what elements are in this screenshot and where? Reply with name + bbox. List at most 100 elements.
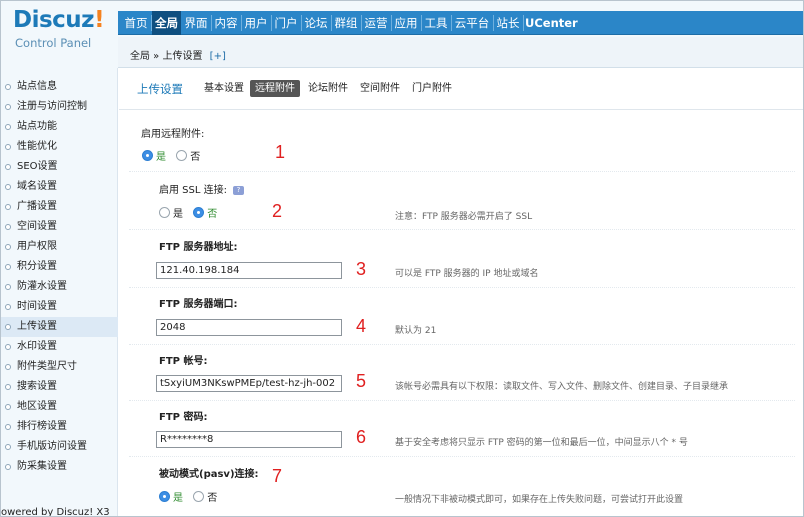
app-frame: Discuz! Control Panel 首页 全局 界面 内容 用户 门户 …: [0, 0, 804, 517]
help-icon[interactable]: ?: [233, 185, 244, 195]
remote-no-radio[interactable]: [176, 150, 188, 161]
nav-global[interactable]: 全局: [152, 11, 181, 35]
pass-label: FTP 密码:: [159, 412, 208, 423]
host-tip: 可以是 FTP 服务器的 IP 地址或域名: [395, 269, 539, 279]
nav-webmaster[interactable]: 站长: [494, 11, 522, 35]
user-label: FTP 帐号:: [159, 356, 208, 367]
remote-yes-radio[interactable]: [142, 150, 153, 161]
ssl-tip: 注意：FTP 服务器必需开启了 SSL: [395, 212, 533, 222]
marker-2: 2: [272, 201, 283, 221]
sub-tabs: 上传设置 基本设置 远程附件 论坛附件 空间附件 门户附件: [119, 68, 803, 110]
sidebar-item-performance[interactable]: 性能优化: [1, 137, 118, 157]
row-divider: [129, 229, 795, 230]
tab-remote[interactable]: 远程附件: [250, 80, 300, 97]
sidebar-item-time[interactable]: 时间设置: [1, 297, 118, 317]
nav-home[interactable]: 首页: [122, 11, 150, 35]
ssl-label: 启用 SSL 连接:?: [159, 181, 244, 196]
ssl-radio-group: 是 否: [159, 205, 224, 220]
ssl-yes-label[interactable]: 是: [173, 205, 183, 220]
pasv-yes-radio[interactable]: [159, 491, 170, 502]
nav-portal[interactable]: 门户: [272, 11, 300, 35]
pasv-no-radio[interactable]: [193, 491, 205, 502]
bullet-icon: [5, 384, 11, 390]
add-shortcut-link[interactable]: [+]: [210, 51, 226, 62]
bullet-icon: [5, 224, 11, 230]
logo[interactable]: Discuz! Control Panel: [11, 5, 116, 55]
ftp-account-input[interactable]: tSxyiUM3NKswPMEp/test-hz-jh-002: [156, 375, 342, 392]
sidebar-item-region[interactable]: 地区设置: [1, 397, 118, 417]
nav-forum[interactable]: 论坛: [302, 11, 330, 35]
tab-forum[interactable]: 论坛附件: [303, 80, 353, 97]
ssl-yes-radio[interactable]: [159, 207, 170, 218]
sidebar-item-upload[interactable]: 上传设置: [1, 317, 118, 337]
sidebar-item-space[interactable]: 空间设置: [1, 217, 118, 237]
bullet-icon: [5, 424, 11, 430]
sidebar-item-broadcast[interactable]: 广播设置: [1, 197, 118, 217]
nav-interface[interactable]: 界面: [182, 11, 210, 35]
bullet-icon: [5, 264, 11, 270]
bullet-icon: [5, 124, 11, 130]
bullet-icon: [5, 364, 11, 370]
ftp-password-input[interactable]: R********8: [156, 431, 342, 448]
host-label: FTP 服务器地址:: [159, 242, 238, 253]
ftp-port-input[interactable]: 2048: [156, 319, 342, 336]
powered-by: owered by Discuz! X3: [1, 507, 110, 517]
sidebar-item-permissions[interactable]: 用户权限: [1, 237, 118, 257]
bullet-icon: [5, 204, 11, 210]
nav-users[interactable]: 用户: [242, 11, 270, 35]
pasv-no-label[interactable]: 否: [207, 489, 217, 504]
marker-1: 1: [275, 142, 286, 162]
sidebar-item-seo[interactable]: SEO设置: [1, 157, 118, 177]
section-title: 上传设置: [137, 82, 183, 96]
nav-tools[interactable]: 工具: [422, 11, 450, 35]
pasv-tip: 一般情况下非被动模式即可，如果存在上传失败问题，可尝试打开此设置: [395, 495, 684, 505]
ssl-no-label[interactable]: 否: [207, 205, 217, 220]
row-divider: [129, 171, 795, 172]
remote-yes-label[interactable]: 是: [156, 148, 166, 163]
tab-basic[interactable]: 基本设置: [199, 80, 249, 97]
sidebar-item-anticrawl[interactable]: 防采集设置: [1, 457, 118, 477]
nav-ucenter[interactable]: UCenter: [525, 11, 578, 35]
tab-space[interactable]: 空间附件: [355, 80, 405, 97]
ftp-host-input[interactable]: 121.40.198.184: [156, 262, 342, 279]
nav-groups[interactable]: 群组: [332, 11, 360, 35]
sidebar-item-watermark[interactable]: 水印设置: [1, 337, 118, 357]
sidebar-item-mobile[interactable]: 手机版访问设置: [1, 437, 118, 457]
marker-3: 3: [356, 259, 367, 279]
pasv-radio-group: 是 否: [159, 489, 224, 504]
sidebar-item-antispam[interactable]: 防灌水设置: [1, 277, 118, 297]
ssl-no-radio[interactable]: [193, 207, 205, 218]
bullet-icon: [5, 184, 11, 190]
bullet-icon: [5, 304, 11, 310]
sidebar-item-credits[interactable]: 积分设置: [1, 257, 118, 277]
sidebar-item-search[interactable]: 搜索设置: [1, 377, 118, 397]
row-divider: [129, 400, 795, 401]
remote-no-label[interactable]: 否: [190, 148, 200, 163]
sidebar-item-site-features[interactable]: 站点功能: [1, 117, 118, 137]
pasv-yes-label[interactable]: 是: [173, 489, 183, 504]
sidebar-item-ranking[interactable]: 排行榜设置: [1, 417, 118, 437]
logo-subtitle: Control Panel: [15, 36, 92, 50]
user-tip: 该帐号必需具有以下权限：读取文件、写入文件、删除文件、创建目录、子目录继承: [395, 382, 729, 392]
bullet-icon: [5, 164, 11, 170]
bullet-icon: [5, 344, 11, 350]
bullet-icon: [5, 104, 11, 110]
sidebar: 站点信息 注册与访问控制 站点功能 性能优化 SEO设置 域名设置 广播设置 空…: [1, 68, 118, 516]
nav-operations[interactable]: 运营: [362, 11, 390, 35]
row-divider: [129, 344, 795, 345]
sidebar-item-domain[interactable]: 域名设置: [1, 177, 118, 197]
remote-radio-group: 是 否: [142, 148, 207, 163]
nav-apps[interactable]: 应用: [392, 11, 420, 35]
marker-6: 6: [356, 427, 367, 447]
bullet-icon: [5, 244, 11, 250]
logo-text: Discuz!: [13, 7, 105, 33]
sidebar-item-register[interactable]: 注册与访问控制: [1, 97, 118, 117]
bullet-icon: [5, 404, 11, 410]
sidebar-item-site-info[interactable]: 站点信息: [1, 77, 118, 97]
nav-cloud[interactable]: 云平台: [452, 11, 492, 35]
bullet-icon: [5, 324, 11, 330]
nav-content[interactable]: 内容: [212, 11, 240, 35]
top-nav: 首页 全局 界面 内容 用户 门户 论坛 群组 运营 应用 工具 云平台 站长: [118, 11, 803, 35]
tab-portal[interactable]: 门户附件: [407, 80, 457, 97]
sidebar-item-attach-types[interactable]: 附件类型尺寸: [1, 357, 118, 377]
